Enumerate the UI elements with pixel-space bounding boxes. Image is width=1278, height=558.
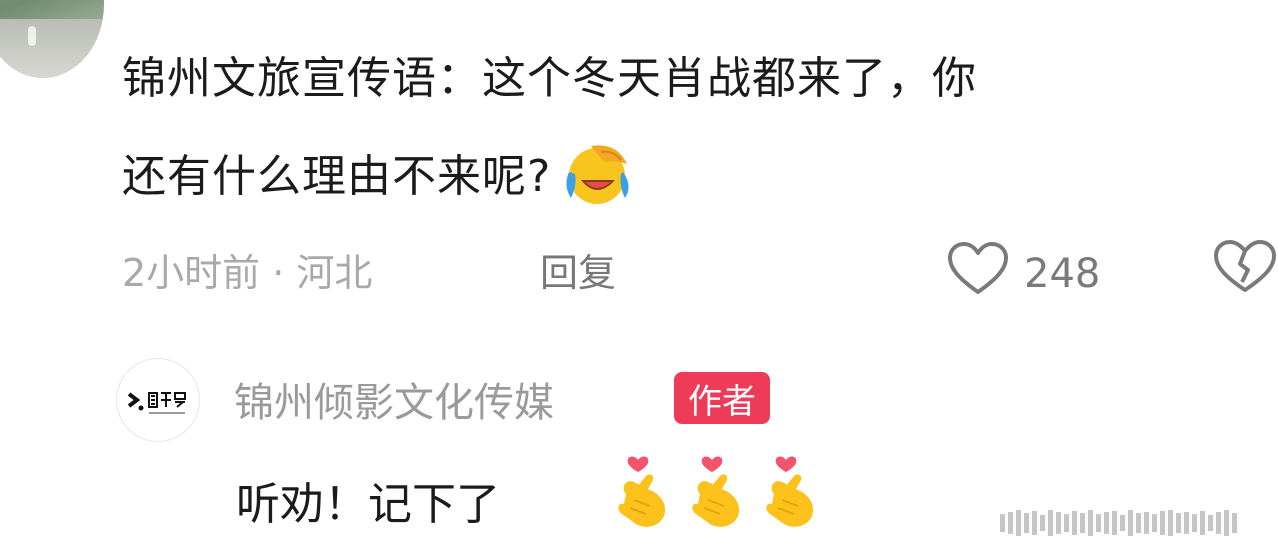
laughing-crying-emoji-icon <box>561 142 637 217</box>
author-badge: 作者 <box>674 372 770 424</box>
like-button[interactable]: 248 <box>946 240 1100 308</box>
finger-heart-emoji-icon <box>760 452 824 536</box>
author-reply-text: 听劝！记下了 <box>236 479 500 530</box>
comment-text-line-2: 还有什么理由不来呢? <box>122 140 1278 217</box>
dislike-button[interactable] <box>1212 238 1278 300</box>
author-logo-icon <box>127 392 187 414</box>
watermark-graphic <box>1000 506 1266 540</box>
commenter-avatar[interactable] <box>0 0 104 78</box>
finger-heart-emojis <box>612 452 824 536</box>
finger-heart-emoji-icon <box>612 452 676 536</box>
broken-heart-icon <box>1212 240 1278 300</box>
reply-button[interactable]: 回复 <box>540 242 616 297</box>
comment-text-line-2-text: 还有什么理由不来呢? <box>122 151 552 202</box>
author-avatar[interactable] <box>116 358 200 442</box>
comment-text-line-1: 锦州文旅宣传语：这个冬天肖战都来了，你 <box>122 53 977 104</box>
finger-heart-emoji-icon <box>686 452 750 536</box>
heart-outline-icon <box>946 240 1010 308</box>
comment-time-location: 2小时前 · 河北 <box>122 251 373 295</box>
like-count: 248 <box>1024 251 1101 297</box>
author-name[interactable]: 锦州倾影文化传媒 <box>234 370 554 428</box>
